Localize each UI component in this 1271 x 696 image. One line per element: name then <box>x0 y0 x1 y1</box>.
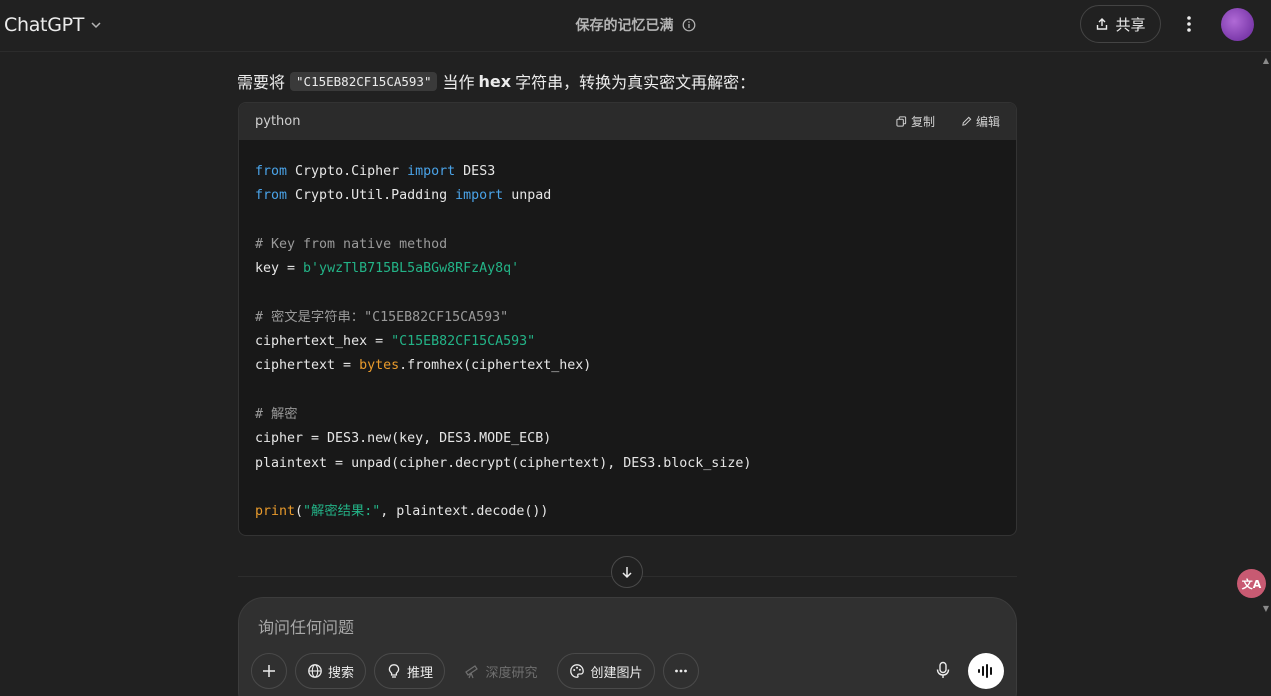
arrow-down-icon <box>622 567 632 579</box>
code-line: plaintext = unpad(cipher.decrypt(ciphert… <box>255 452 1000 476</box>
intro-prefix: 需要将 <box>237 73 286 92</box>
code-line: # 解密 <box>255 403 1000 427</box>
globe-icon <box>308 664 322 678</box>
info-icon <box>682 18 695 32</box>
code-token: cipher = DES3.new(key, DES3.MODE_ECB) <box>255 431 552 447</box>
scroll-to-bottom-button[interactable] <box>611 556 643 588</box>
code-token: ciphertext = <box>255 358 360 374</box>
code-token: Crypto.Cipher <box>287 164 408 179</box>
inline-code: "C15EB82CF15CA593" <box>290 71 438 91</box>
code-block-header: python 复制 编辑 <box>239 103 1016 140</box>
code-content: from Crypto.Cipher import DES3 from Crypt… <box>239 140 1016 524</box>
code-token: plaintext = unpad(cipher.decrypt(ciphert… <box>255 455 752 471</box>
waveform-icon <box>978 664 992 678</box>
intro-suffix: 字符串，转换为真实密文再解密： <box>515 73 756 92</box>
more-vertical-icon <box>1187 16 1191 32</box>
attach-button[interactable] <box>251 653 287 689</box>
user-avatar[interactable] <box>1221 8 1254 41</box>
more-horizontal-icon <box>675 669 687 673</box>
code-token: # 密文是字符串："C15EB82CF15CA593" <box>255 309 509 325</box>
assistant-intro-text: 需要将 "C15EB82CF15CA593" 当作 hex 字符串，转换为真实密… <box>237 70 755 92</box>
code-line: cipher = DES3.new(key, DES3.MODE_ECB) <box>255 427 1000 451</box>
code-line: # Key from native method <box>255 233 1000 257</box>
code-token: bytes <box>359 358 400 374</box>
code-token: unpad <box>503 188 552 204</box>
pencil-icon <box>962 116 972 126</box>
code-token: DES3 <box>455 164 496 179</box>
code-token: ciphertext_hex = <box>255 334 392 350</box>
code-token: b'ywzTlB715BL5aBGw8RFzAy8q' <box>303 261 520 277</box>
palette-icon <box>570 664 585 678</box>
voice-mode-button[interactable] <box>968 653 1004 689</box>
code-language: python <box>255 114 301 129</box>
top-header: ChatGPT 保存的记忆已满 共享 <box>0 0 1271 52</box>
dictate-button[interactable] <box>926 653 960 687</box>
code-token: from <box>255 164 288 179</box>
copy-label: 复制 <box>910 115 935 129</box>
search-tool-button[interactable]: 搜索 <box>295 653 366 689</box>
code-token: import <box>407 164 456 179</box>
code-token: "C15EB82CF15CA593" <box>391 334 536 350</box>
copy-icon <box>896 116 907 127</box>
code-token: # 解密 <box>255 406 298 422</box>
code-line: key = b'ywzTlB715BL5aBGw8RFzAy8q' <box>255 257 1000 281</box>
code-block: python 复制 编辑 from Crypto.Cipher import D… <box>238 102 1017 536</box>
plus-icon <box>263 665 275 677</box>
code-token: Crypto.Util.Padding <box>287 188 456 204</box>
reason-tool-button[interactable]: 推理 <box>374 653 445 689</box>
code-token: "解密结果:" <box>303 504 381 520</box>
deep-research-label: 深度研究 <box>485 665 538 681</box>
prompt-input[interactable] <box>258 615 918 639</box>
code-line: # 密文是字符串："C15EB82CF15CA593" <box>255 306 1000 330</box>
edit-code-button[interactable]: 编辑 <box>961 113 1000 130</box>
telescope-icon <box>465 665 479 679</box>
code-token: , plaintext.decode()) <box>380 504 549 520</box>
code-line: from Crypto.Cipher import DES3 <box>255 160 1000 184</box>
share-button[interactable]: 共享 <box>1080 5 1161 43</box>
code-line: ciphertext_hex = "C15EB82CF15CA593" <box>255 330 1000 354</box>
edit-label: 编辑 <box>975 115 1000 129</box>
microphone-icon <box>936 661 950 678</box>
code-token: from <box>255 188 288 204</box>
code-line: print("解密结果:", plaintext.decode()) <box>255 500 1000 524</box>
intro-bold: hex <box>478 71 512 91</box>
create-image-button[interactable]: 创建图片 <box>557 653 655 689</box>
reason-tool-label: 推理 <box>406 665 433 681</box>
code-token: import <box>455 188 504 204</box>
more-options-button[interactable] <box>1177 10 1201 38</box>
code-token: ( <box>295 504 304 520</box>
more-tools-button[interactable] <box>663 653 699 689</box>
copy-code-button[interactable]: 复制 <box>896 113 935 130</box>
code-line: ciphertext = bytes.fromhex(ciphertext_he… <box>255 354 1000 378</box>
search-tool-label: 搜索 <box>327 665 354 681</box>
code-token: # Key from native method <box>255 236 448 252</box>
code-token: print <box>255 504 296 520</box>
code-token: key = <box>255 261 304 277</box>
intro-mid: 当作 <box>442 73 475 92</box>
chatgpt-window: ChatGPT 保存的记忆已满 共享 ▲ ▼ 需要将 "C15EB82CF15C… <box>0 0 1271 696</box>
memory-full-label: 保存的记忆已满 <box>575 18 674 34</box>
lightbulb-icon <box>388 664 400 678</box>
deep-research-button[interactable]: 深度研究 <box>453 653 549 689</box>
scrollbar-down-arrow[interactable]: ▼ <box>1261 604 1271 614</box>
code-token: .fromhex(ciphertext_hex) <box>399 358 592 374</box>
message-composer: 搜索 推理 深度研究 创建图片 <box>238 597 1017 696</box>
translate-extension-badge[interactable]: 文A <box>1237 569 1266 598</box>
create-image-label: 创建图片 <box>590 665 643 681</box>
scrollbar-up-arrow[interactable]: ▲ <box>1261 56 1271 66</box>
share-label: 共享 <box>1115 15 1146 34</box>
code-line: from Crypto.Util.Padding import unpad <box>255 184 1000 208</box>
share-icon <box>1097 18 1108 30</box>
